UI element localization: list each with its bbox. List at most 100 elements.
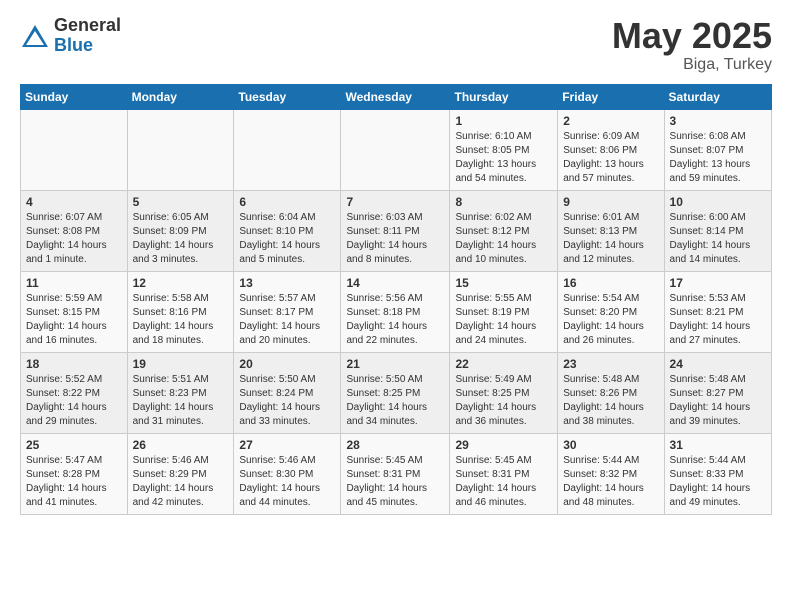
- day-info: Sunrise: 6:04 AMSunset: 8:10 PMDaylight:…: [239, 211, 335, 267]
- day-info-line: Sunset: 8:28 PM: [26, 469, 100, 480]
- header-saturday: Saturday: [664, 84, 771, 109]
- calendar-cell: 25Sunrise: 5:47 AMSunset: 8:28 PMDayligh…: [21, 433, 128, 514]
- day-number: 30: [563, 438, 658, 452]
- day-number: 18: [26, 357, 122, 371]
- calendar-cell: 10Sunrise: 6:00 AMSunset: 8:14 PMDayligh…: [664, 190, 771, 271]
- day-info-line: Sunset: 8:13 PM: [563, 226, 637, 237]
- day-info-line: Sunrise: 5:53 AM: [670, 293, 746, 304]
- calendar-cell: 28Sunrise: 5:45 AMSunset: 8:31 PMDayligh…: [341, 433, 450, 514]
- calendar-body: 1Sunrise: 6:10 AMSunset: 8:05 PMDaylight…: [21, 109, 772, 514]
- day-info-line: Sunrise: 5:57 AM: [239, 293, 315, 304]
- day-info-line: Daylight: 14 hours and 10 minutes.: [455, 240, 536, 265]
- logo-general-text: General: [54, 16, 121, 36]
- day-info-line: Sunrise: 5:56 AM: [346, 293, 422, 304]
- day-info: Sunrise: 5:45 AMSunset: 8:31 PMDaylight:…: [455, 454, 552, 510]
- calendar-page: General Blue May 2025 Biga, Turkey Sunda…: [0, 0, 792, 531]
- day-info-line: Daylight: 14 hours and 49 minutes.: [670, 483, 751, 508]
- calendar-cell: [127, 109, 234, 190]
- day-info-line: Sunset: 8:16 PM: [133, 307, 207, 318]
- day-number: 12: [133, 276, 229, 290]
- day-info-line: Sunset: 8:06 PM: [563, 145, 637, 156]
- day-number: 14: [346, 276, 444, 290]
- day-info-line: Sunset: 8:09 PM: [133, 226, 207, 237]
- day-info: Sunrise: 6:07 AMSunset: 8:08 PMDaylight:…: [26, 211, 122, 267]
- day-info: Sunrise: 5:55 AMSunset: 8:19 PMDaylight:…: [455, 292, 552, 348]
- calendar-cell: 2Sunrise: 6:09 AMSunset: 8:06 PMDaylight…: [558, 109, 664, 190]
- day-info: Sunrise: 5:58 AMSunset: 8:16 PMDaylight:…: [133, 292, 229, 348]
- day-info-line: Sunrise: 5:48 AM: [563, 374, 639, 385]
- header-monday: Monday: [127, 84, 234, 109]
- day-info-line: Daylight: 14 hours and 38 minutes.: [563, 402, 644, 427]
- day-number: 26: [133, 438, 229, 452]
- day-info-line: Sunset: 8:26 PM: [563, 388, 637, 399]
- calendar-cell: 30Sunrise: 5:44 AMSunset: 8:32 PMDayligh…: [558, 433, 664, 514]
- day-info-line: Sunrise: 6:05 AM: [133, 212, 209, 223]
- day-info: Sunrise: 5:54 AMSunset: 8:20 PMDaylight:…: [563, 292, 658, 348]
- day-info-line: Sunset: 8:08 PM: [26, 226, 100, 237]
- day-number: 25: [26, 438, 122, 452]
- calendar-cell: 17Sunrise: 5:53 AMSunset: 8:21 PMDayligh…: [664, 271, 771, 352]
- day-info-line: Sunrise: 6:09 AM: [563, 131, 639, 142]
- day-info: Sunrise: 5:48 AMSunset: 8:27 PMDaylight:…: [670, 373, 766, 429]
- day-info: Sunrise: 6:10 AMSunset: 8:05 PMDaylight:…: [455, 130, 552, 186]
- calendar-cell: 6Sunrise: 6:04 AMSunset: 8:10 PMDaylight…: [234, 190, 341, 271]
- day-info-line: Sunset: 8:31 PM: [346, 469, 420, 480]
- day-info: Sunrise: 5:53 AMSunset: 8:21 PMDaylight:…: [670, 292, 766, 348]
- day-number: 27: [239, 438, 335, 452]
- day-info-line: Daylight: 14 hours and 12 minutes.: [563, 240, 644, 265]
- day-info-line: Sunrise: 6:02 AM: [455, 212, 531, 223]
- day-info-line: Daylight: 14 hours and 5 minutes.: [239, 240, 320, 265]
- calendar-cell: 21Sunrise: 5:50 AMSunset: 8:25 PMDayligh…: [341, 352, 450, 433]
- day-number: 2: [563, 114, 658, 128]
- day-info-line: Sunrise: 5:52 AM: [26, 374, 102, 385]
- day-info-line: Daylight: 14 hours and 20 minutes.: [239, 321, 320, 346]
- day-info-line: Daylight: 14 hours and 41 minutes.: [26, 483, 107, 508]
- day-info-line: Daylight: 14 hours and 1 minute.: [26, 240, 107, 265]
- day-info: Sunrise: 5:52 AMSunset: 8:22 PMDaylight:…: [26, 373, 122, 429]
- header-sunday: Sunday: [21, 84, 128, 109]
- day-number: 9: [563, 195, 658, 209]
- day-number: 4: [26, 195, 122, 209]
- day-info-line: Sunset: 8:23 PM: [133, 388, 207, 399]
- day-info-line: Daylight: 14 hours and 14 minutes.: [670, 240, 751, 265]
- calendar-week-4: 18 Sunrise: 5:52 AMSunset: 8:22 PMDayligh…: [21, 352, 772, 433]
- calendar-cell: 4 Sunrise: 6:07 AMSunset: 8:08 PMDaylight…: [21, 190, 128, 271]
- day-number: 15: [455, 276, 552, 290]
- calendar-cell: 1Sunrise: 6:10 AMSunset: 8:05 PMDaylight…: [450, 109, 558, 190]
- day-info-line: Sunrise: 6:10 AM: [455, 131, 531, 142]
- day-info-line: Daylight: 14 hours and 22 minutes.: [346, 321, 427, 346]
- logo-icon: [20, 21, 50, 51]
- day-info: Sunrise: 6:09 AMSunset: 8:06 PMDaylight:…: [563, 130, 658, 186]
- calendar-cell: 8Sunrise: 6:02 AMSunset: 8:12 PMDaylight…: [450, 190, 558, 271]
- day-number: 21: [346, 357, 444, 371]
- calendar-cell: [21, 109, 128, 190]
- calendar-week-2: 4 Sunrise: 6:07 AMSunset: 8:08 PMDaylight…: [21, 190, 772, 271]
- day-info-line: Sunrise: 6:03 AM: [346, 212, 422, 223]
- day-number: 11: [26, 276, 122, 290]
- day-info-line: Daylight: 14 hours and 27 minutes.: [670, 321, 751, 346]
- calendar-cell: 23 Sunrise: 5:48 AM Sunset: 8:26 PM Dayligh…: [558, 352, 664, 433]
- day-info-line: Sunrise: 5:54 AM: [563, 293, 639, 304]
- day-number: 28: [346, 438, 444, 452]
- title-location: Biga, Turkey: [612, 56, 772, 74]
- day-info-line: Sunrise: 6:00 AM: [670, 212, 746, 223]
- logo-blue-text: Blue: [54, 36, 121, 56]
- day-info-line: Daylight: 14 hours and 8 minutes.: [346, 240, 427, 265]
- day-info-line: Daylight: 14 hours and 34 minutes.: [346, 402, 427, 427]
- day-info-line: Sunrise: 5:44 AM: [563, 455, 639, 466]
- day-info-line: Sunset: 8:15 PM: [26, 307, 100, 318]
- day-info: Sunrise: 6:08 AMSunset: 8:07 PMDaylight:…: [670, 130, 766, 186]
- day-info-line: Sunrise: 5:50 AM: [239, 374, 315, 385]
- header-tuesday: Tuesday: [234, 84, 341, 109]
- day-info-line: Sunrise: 5:46 AM: [239, 455, 315, 466]
- calendar-cell: 18 Sunrise: 5:52 AMSunset: 8:22 PMDayligh…: [21, 352, 128, 433]
- day-info-line: Sunrise: 5:46 AM: [133, 455, 209, 466]
- day-info-line: Daylight: 14 hours and 45 minutes.: [346, 483, 427, 508]
- day-info-line: Sunrise: 6:04 AM: [239, 212, 315, 223]
- calendar-cell: 31Sunrise: 5:44 AMSunset: 8:33 PMDayligh…: [664, 433, 771, 514]
- day-number: 23: [563, 357, 658, 371]
- day-info: Sunrise: 5:59 AMSunset: 8:15 PMDaylight:…: [26, 292, 122, 348]
- day-info-line: Daylight: 14 hours and 44 minutes.: [239, 483, 320, 508]
- day-info: Sunrise: 5:49 AMSunset: 8:25 PMDaylight:…: [455, 373, 552, 429]
- day-info-line: Daylight: 14 hours and 39 minutes.: [670, 402, 751, 427]
